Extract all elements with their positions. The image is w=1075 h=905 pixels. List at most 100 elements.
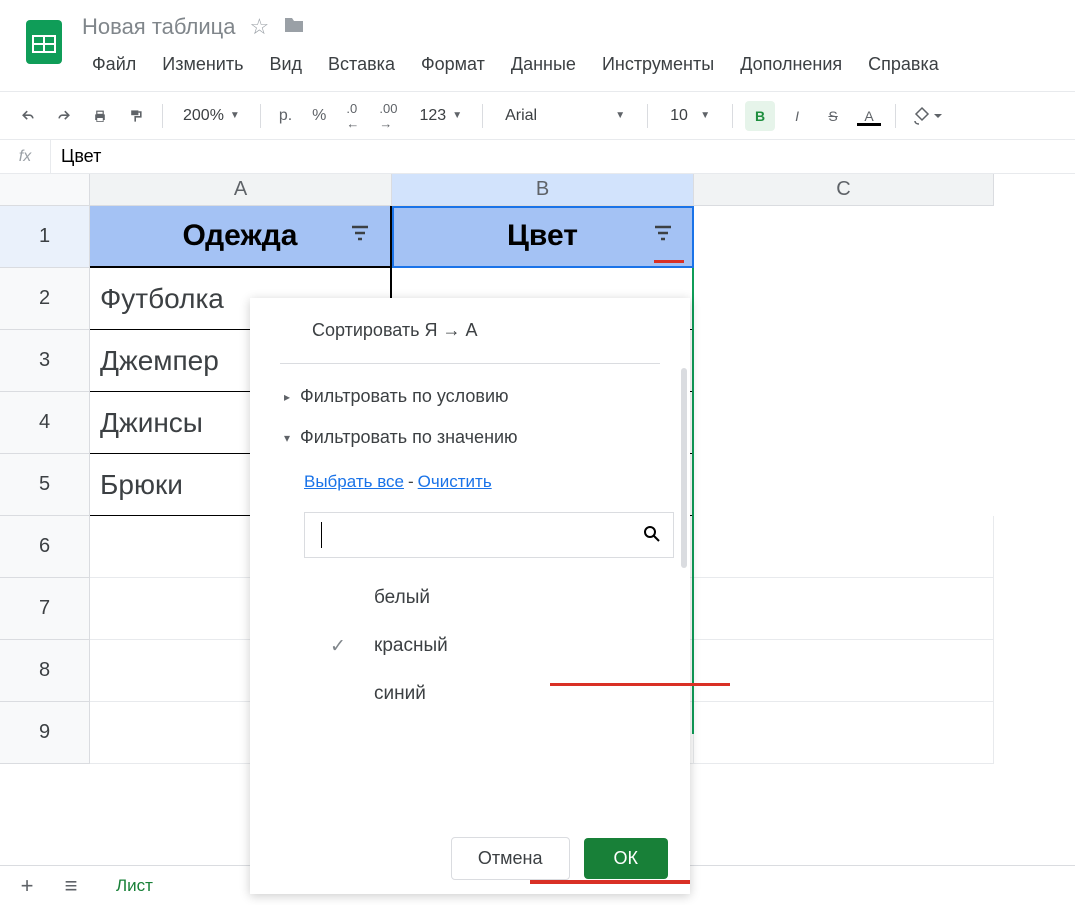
number-format-select[interactable]: 123▼ xyxy=(411,103,470,129)
redo-button[interactable] xyxy=(50,102,78,130)
filter-by-condition-label: Фильтровать по условию xyxy=(300,386,508,407)
increase-decimal-button[interactable]: .00→ xyxy=(373,102,403,130)
cell-a1[interactable]: Одежда xyxy=(90,206,392,268)
column-header-a[interactable]: A xyxy=(90,174,392,206)
select-all-link[interactable]: Выбрать все xyxy=(304,472,404,491)
row-header-6[interactable]: 6 xyxy=(0,516,90,578)
filter-popup: Сортировать Я → А Фильтровать по условию… xyxy=(250,298,690,894)
menu-help[interactable]: Справка xyxy=(858,50,949,79)
column-header-c[interactable]: C xyxy=(694,174,994,206)
separator xyxy=(162,104,163,128)
add-sheet-button[interactable]: + xyxy=(10,871,44,901)
currency-button[interactable]: р. xyxy=(273,102,298,130)
number-format-value: 123 xyxy=(419,107,446,125)
separator xyxy=(482,104,483,128)
menu-file[interactable]: Файл xyxy=(82,50,146,79)
menu-insert[interactable]: Вставка xyxy=(318,50,405,79)
font-value: Arial xyxy=(505,107,537,125)
filter-value-label: белый xyxy=(374,587,430,609)
font-select[interactable]: Arial▼ xyxy=(495,103,635,129)
bold-button[interactable]: B xyxy=(745,101,775,131)
menu-edit[interactable]: Изменить xyxy=(152,50,253,79)
filter-value-white[interactable]: белый xyxy=(324,574,660,622)
zoom-value: 200% xyxy=(183,107,224,125)
separator xyxy=(260,104,261,128)
star-icon[interactable]: ☆ xyxy=(249,14,269,40)
fontsize-value: 10 xyxy=(670,107,688,125)
menu-tools[interactable]: Инструменты xyxy=(592,50,724,79)
popup-scrollbar[interactable] xyxy=(681,368,687,568)
row-header-5[interactable]: 5 xyxy=(0,454,90,516)
row-header-2[interactable]: 2 xyxy=(0,268,90,330)
select-all-corner[interactable] xyxy=(0,174,90,206)
italic-button[interactable]: I xyxy=(783,108,811,124)
row-header-7[interactable]: 7 xyxy=(0,578,90,640)
sheet-tab-1[interactable]: Лист xyxy=(98,870,171,902)
filter-by-value-label: Фильтровать по значению xyxy=(300,427,518,448)
row-header-8[interactable]: 8 xyxy=(0,640,90,702)
filter-range-border xyxy=(692,268,694,734)
sort-desc-item[interactable]: Сортировать Я → А xyxy=(280,312,660,357)
column-header-b[interactable]: B xyxy=(392,174,694,206)
filter-value-blue[interactable]: синий xyxy=(324,670,660,718)
check-icon: ✓ xyxy=(324,635,352,658)
formula-bar: fx xyxy=(0,140,1075,174)
row-header-9[interactable]: 9 xyxy=(0,702,90,764)
cell-c6[interactable] xyxy=(694,516,994,578)
cell-c8[interactable] xyxy=(694,640,994,702)
sheet-menu-button[interactable]: ≡ xyxy=(54,871,88,901)
sheets-logo xyxy=(22,14,66,70)
fontsize-select[interactable]: 10▼ xyxy=(660,103,720,129)
separator xyxy=(895,104,896,128)
row-header-3[interactable]: 3 xyxy=(0,330,90,392)
cell-b1[interactable]: Цвет xyxy=(392,206,694,268)
zoom-select[interactable]: 200%▼ xyxy=(175,103,248,129)
fx-label: fx xyxy=(0,148,50,166)
filter-by-value[interactable]: Фильтровать по значению xyxy=(280,417,660,458)
filter-search-input[interactable] xyxy=(304,512,674,558)
header-a-label: Одежда xyxy=(183,219,298,253)
dash: - xyxy=(404,472,418,491)
menu-view[interactable]: Вид xyxy=(259,50,312,79)
percent-button[interactable]: % xyxy=(306,102,332,130)
separator xyxy=(732,104,733,128)
search-icon xyxy=(643,525,661,546)
cell-c9[interactable] xyxy=(694,702,994,764)
row-header-1[interactable]: 1 xyxy=(0,206,90,268)
divider xyxy=(280,363,660,364)
filter-value-red[interactable]: ✓ красный xyxy=(324,622,660,670)
title-area: Новая таблица ☆ Файл Изменить Вид Вставк… xyxy=(82,10,1065,87)
cell-c7[interactable] xyxy=(694,578,994,640)
paintformat-button[interactable] xyxy=(122,102,150,130)
filter-value-label: синий xyxy=(374,683,426,705)
formula-input[interactable] xyxy=(50,140,1075,173)
undo-button[interactable] xyxy=(14,102,42,130)
decrease-decimal-button[interactable]: .0← xyxy=(340,102,365,130)
folder-icon[interactable] xyxy=(283,14,305,40)
menu-addons[interactable]: Дополнения xyxy=(730,50,852,79)
filter-by-condition[interactable]: Фильтровать по условию xyxy=(280,376,660,417)
cancel-button[interactable]: Отмена xyxy=(451,837,570,880)
separator xyxy=(647,104,648,128)
filter-icon[interactable] xyxy=(348,219,372,253)
text-color-button[interactable]: A xyxy=(855,108,883,124)
app-header: Новая таблица ☆ Файл Изменить Вид Вставк… xyxy=(0,0,1075,92)
clear-link[interactable]: Очистить xyxy=(418,472,492,491)
filter-icon[interactable] xyxy=(651,219,675,253)
annotation-redline xyxy=(530,880,690,884)
row-header-4[interactable]: 4 xyxy=(0,392,90,454)
fill-color-button[interactable] xyxy=(908,106,936,126)
menu-bar: Файл Изменить Вид Вставка Формат Данные … xyxy=(82,44,1065,87)
text-cursor xyxy=(321,522,322,548)
document-title[interactable]: Новая таблица xyxy=(82,14,235,40)
annotation-redline xyxy=(654,260,684,263)
annotation-redline xyxy=(550,683,730,686)
print-button[interactable] xyxy=(86,102,114,130)
ok-button[interactable]: ОК xyxy=(584,838,669,879)
header-b-label: Цвет xyxy=(507,219,578,253)
filter-value-label: красный xyxy=(374,635,448,657)
strikethrough-button[interactable]: S xyxy=(819,108,847,124)
menu-data[interactable]: Данные xyxy=(501,50,586,79)
menu-format[interactable]: Формат xyxy=(411,50,495,79)
toolbar: 200%▼ р. % .0← .00→ 123▼ Arial▼ 10▼ B I … xyxy=(0,92,1075,140)
